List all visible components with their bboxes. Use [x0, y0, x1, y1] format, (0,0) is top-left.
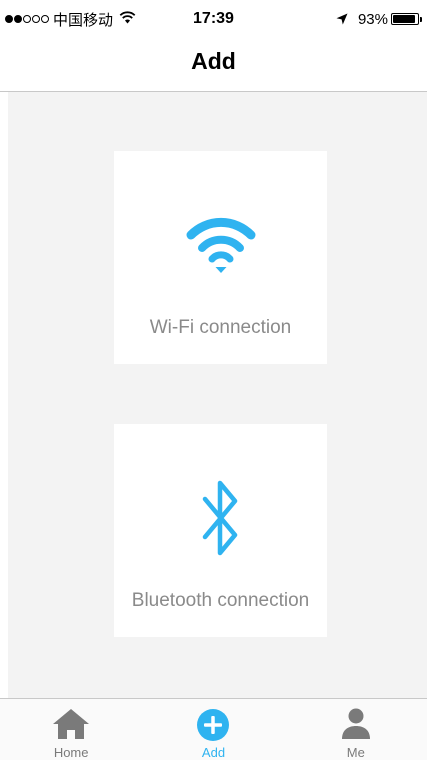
battery-percent: 93%	[357, 10, 388, 28]
tab-bar: Home Add Me	[0, 698, 427, 760]
battery-icon	[391, 13, 422, 25]
bluetooth-connection-card[interactable]: Bluetooth connection	[114, 424, 327, 637]
tab-home-label: Home	[53, 745, 89, 760]
status-bar: 中国移动 17:39 93%	[0, 0, 427, 40]
page-title: Add	[191, 48, 236, 74]
tab-me-label: Me	[346, 745, 365, 760]
tab-me[interactable]: Me	[285, 699, 427, 760]
navigation-bar: Add	[0, 40, 427, 92]
wifi-connection-card[interactable]: Wi-Fi connection	[114, 151, 327, 364]
home-icon	[0, 708, 142, 740]
status-right: 93%	[336, 9, 422, 29]
wifi-icon	[114, 213, 327, 275]
tab-home[interactable]: Home	[0, 699, 142, 760]
bluetooth-icon	[114, 478, 327, 560]
tab-add-label: Add	[201, 745, 226, 760]
wifi-connection-label: Wi-Fi connection	[149, 317, 292, 338]
tab-add[interactable]: Add	[142, 699, 284, 760]
person-icon	[285, 708, 427, 740]
content-area: Wi-Fi connection Bluetooth connection	[8, 92, 427, 698]
bluetooth-connection-label: Bluetooth connection	[131, 590, 310, 611]
battery-fill	[393, 15, 416, 23]
location-arrow-icon	[336, 13, 348, 25]
add-circle-icon	[142, 708, 284, 742]
